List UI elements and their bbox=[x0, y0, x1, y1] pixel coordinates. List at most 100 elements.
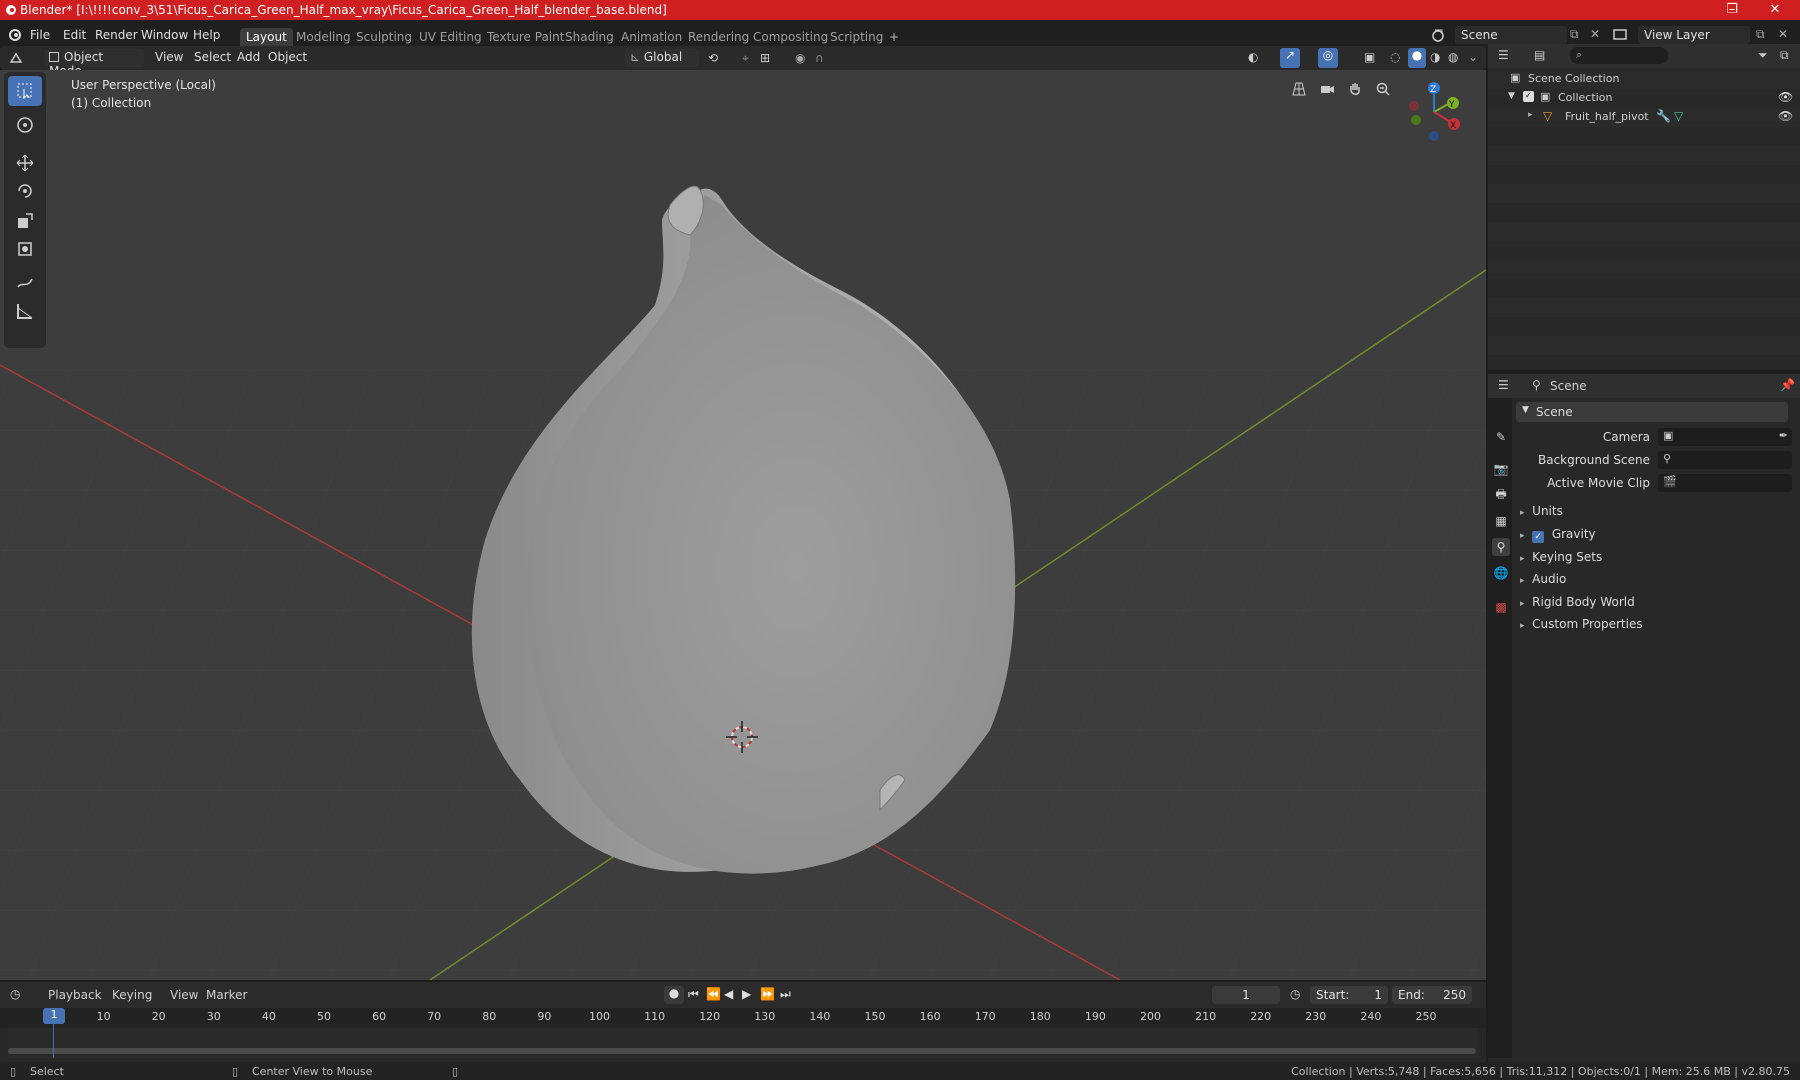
timeline-view-menu[interactable]: View bbox=[170, 988, 198, 1002]
camera-field[interactable]: ▣ ✒ bbox=[1658, 428, 1792, 446]
scene-icon[interactable] bbox=[1430, 27, 1452, 43]
collection-visibility-icon[interactable]: 👁 bbox=[1778, 90, 1793, 104]
transform-tool[interactable] bbox=[8, 234, 42, 264]
collection-checkbox[interactable]: ✓ bbox=[1523, 91, 1534, 102]
collection-label[interactable]: Collection bbox=[1558, 91, 1612, 104]
menu-object[interactable]: Object bbox=[263, 49, 312, 67]
tab-scripting[interactable]: Scripting bbox=[824, 28, 889, 48]
menu-file[interactable]: File bbox=[30, 28, 50, 42]
mesh-data-icon[interactable]: ▽ bbox=[1674, 109, 1683, 123]
menu-help[interactable]: Help bbox=[193, 28, 220, 42]
play-reverse-icon[interactable]: ◀ bbox=[724, 987, 733, 1001]
snap-icon[interactable]: ⌖ bbox=[742, 51, 749, 66]
scene-selector[interactable]: Scene bbox=[1455, 26, 1567, 44]
gizmo-toggle-icon[interactable]: ↗ bbox=[1280, 48, 1300, 68]
3d-viewport[interactable]: User Perspective (Local) (1) Collection … bbox=[0, 70, 1486, 980]
blender-menu-icon[interactable] bbox=[7, 28, 23, 42]
shading-options-icon[interactable]: ⌄ bbox=[1468, 50, 1478, 64]
new-collection-icon[interactable]: ⧉ bbox=[1780, 48, 1789, 63]
jump-end-icon[interactable]: ⏭ bbox=[780, 987, 791, 1002]
new-scene-icon[interactable]: ⧉ bbox=[1570, 27, 1579, 42]
modifier-icon[interactable]: 🔧 bbox=[1656, 109, 1671, 123]
tab-animation[interactable]: Animation bbox=[615, 28, 688, 48]
custom-properties-panel[interactable]: ▸ Custom Properties bbox=[1520, 617, 1643, 637]
scene-collection-label[interactable]: Scene Collection bbox=[1528, 72, 1619, 85]
menu-select[interactable]: Select bbox=[189, 49, 236, 67]
scene-panel-header[interactable]: ▼ Scene bbox=[1516, 402, 1788, 422]
next-keyframe-icon[interactable]: ⏩ bbox=[760, 987, 775, 1001]
tab-layout[interactable]: Layout bbox=[240, 28, 293, 48]
rendered-shading-icon[interactable]: ◍ bbox=[1448, 50, 1458, 64]
active-movie-clip-field[interactable]: 🎬 bbox=[1658, 474, 1792, 492]
eyedropper-icon[interactable]: ✒ bbox=[1779, 429, 1788, 442]
solid-shading-icon[interactable]: ● bbox=[1408, 48, 1426, 68]
current-frame-marker[interactable]: 1 bbox=[43, 1008, 65, 1024]
record-button[interactable]: ● bbox=[664, 986, 684, 1004]
snap-target-icon[interactable]: ⊞ bbox=[760, 51, 770, 65]
close-button[interactable]: ✕ bbox=[1755, 0, 1795, 20]
menu-render[interactable]: Render bbox=[95, 28, 138, 42]
display-mode-icon[interactable]: ▤ bbox=[1534, 48, 1545, 62]
pivot-point-icon[interactable]: ⟲ bbox=[708, 51, 718, 65]
menu-window[interactable]: Window bbox=[141, 28, 188, 42]
play-icon[interactable]: ▶ bbox=[742, 987, 751, 1001]
gravity-checkbox[interactable]: ✓ bbox=[1532, 531, 1545, 543]
prev-keyframe-icon[interactable]: ⏪ bbox=[706, 987, 721, 1001]
editor-type-icon[interactable] bbox=[8, 50, 30, 66]
keying-sets-panel[interactable]: ▸ Keying Sets bbox=[1520, 550, 1602, 570]
render-tab-icon[interactable]: 📷 bbox=[1492, 460, 1510, 478]
view-layer-selector[interactable]: View Layer bbox=[1638, 26, 1750, 44]
overlay-toggle-icon[interactable]: ◎ bbox=[1318, 48, 1338, 68]
xray-icon[interactable]: ▣ bbox=[1364, 50, 1375, 64]
pin-icon[interactable]: 📌 bbox=[1780, 378, 1795, 392]
properties-editor-type-icon[interactable]: ☰ bbox=[1498, 378, 1509, 392]
wireframe-shading-icon[interactable]: ◌ bbox=[1390, 50, 1400, 64]
menu-edit[interactable]: Edit bbox=[63, 28, 86, 42]
world-tab-icon[interactable]: 🌐 bbox=[1492, 564, 1510, 582]
new-view-layer-icon[interactable]: ⧉ bbox=[1756, 27, 1765, 42]
end-frame-field[interactable]: End: 250 bbox=[1392, 986, 1472, 1004]
move-tool[interactable] bbox=[8, 148, 42, 178]
tool-tab-icon[interactable]: ✎ bbox=[1492, 428, 1510, 446]
tab-rendering[interactable]: Rendering bbox=[682, 28, 755, 48]
playback-menu[interactable]: Playback bbox=[48, 988, 102, 1002]
add-workspace-button[interactable]: + bbox=[883, 28, 905, 48]
delete-scene-icon[interactable]: ✕ bbox=[1590, 27, 1600, 41]
proportional-edit-icon[interactable]: ◉ bbox=[795, 51, 805, 65]
keying-menu[interactable]: Keying bbox=[112, 988, 152, 1002]
marker-menu[interactable]: Marker bbox=[206, 988, 247, 1002]
toggle-grid-view-icon[interactable] bbox=[1288, 78, 1310, 100]
tab-texture-paint[interactable]: Texture Paint bbox=[481, 28, 570, 48]
scene-tab-icon[interactable]: ⚲ bbox=[1492, 538, 1510, 556]
cursor-tool[interactable] bbox=[8, 110, 42, 140]
delete-view-layer-icon[interactable]: ✕ bbox=[1778, 27, 1788, 41]
outliner-search-input[interactable]: ⌕ bbox=[1570, 47, 1668, 64]
timeline-scrollbar[interactable] bbox=[8, 1048, 1476, 1054]
outliner-editor-type-icon[interactable]: ☰ bbox=[1498, 48, 1509, 62]
navigation-gizmo[interactable]: Z Y X bbox=[1390, 70, 1486, 160]
measure-tool[interactable] bbox=[8, 296, 42, 326]
timeline-editor-type-icon[interactable]: ◷ bbox=[10, 987, 20, 1001]
filter-icon[interactable]: ⏷ bbox=[1758, 48, 1768, 63]
camera-view-icon[interactable] bbox=[1316, 78, 1338, 100]
object-expand-icon[interactable]: ▸ bbox=[1528, 110, 1533, 120]
view-layer-tab-icon[interactable]: ▦ bbox=[1492, 512, 1510, 530]
menu-view[interactable]: View bbox=[150, 49, 188, 67]
output-tab-icon[interactable]: 🖶 bbox=[1492, 486, 1510, 504]
orientation-selector[interactable]: ⊾ Global bbox=[625, 49, 699, 67]
tab-shading[interactable]: Shading bbox=[559, 28, 620, 48]
tab-modeling[interactable]: Modeling bbox=[290, 28, 357, 48]
texture-tab-icon[interactable]: ▩ bbox=[1492, 598, 1510, 616]
rigid-body-world-panel[interactable]: ▸ Rigid Body World bbox=[1520, 595, 1635, 615]
view-layer-icon[interactable] bbox=[1612, 27, 1634, 43]
annotate-tool[interactable] bbox=[8, 268, 42, 298]
falloff-icon[interactable]: ∩ bbox=[815, 51, 824, 65]
rotate-tool[interactable] bbox=[8, 176, 42, 206]
visibility-icon[interactable]: ◐ bbox=[1248, 50, 1258, 64]
gravity-panel[interactable]: ▸ ✓ Gravity bbox=[1520, 527, 1596, 547]
preview-range-icon[interactable]: ◷ bbox=[1290, 987, 1300, 1001]
start-frame-field[interactable]: Start: 1 bbox=[1310, 986, 1388, 1004]
collection-expand-icon[interactable]: ▼ bbox=[1508, 91, 1515, 101]
object-visibility-icon[interactable]: 👁 bbox=[1778, 109, 1793, 123]
tab-compositing[interactable]: Compositing bbox=[747, 28, 834, 48]
